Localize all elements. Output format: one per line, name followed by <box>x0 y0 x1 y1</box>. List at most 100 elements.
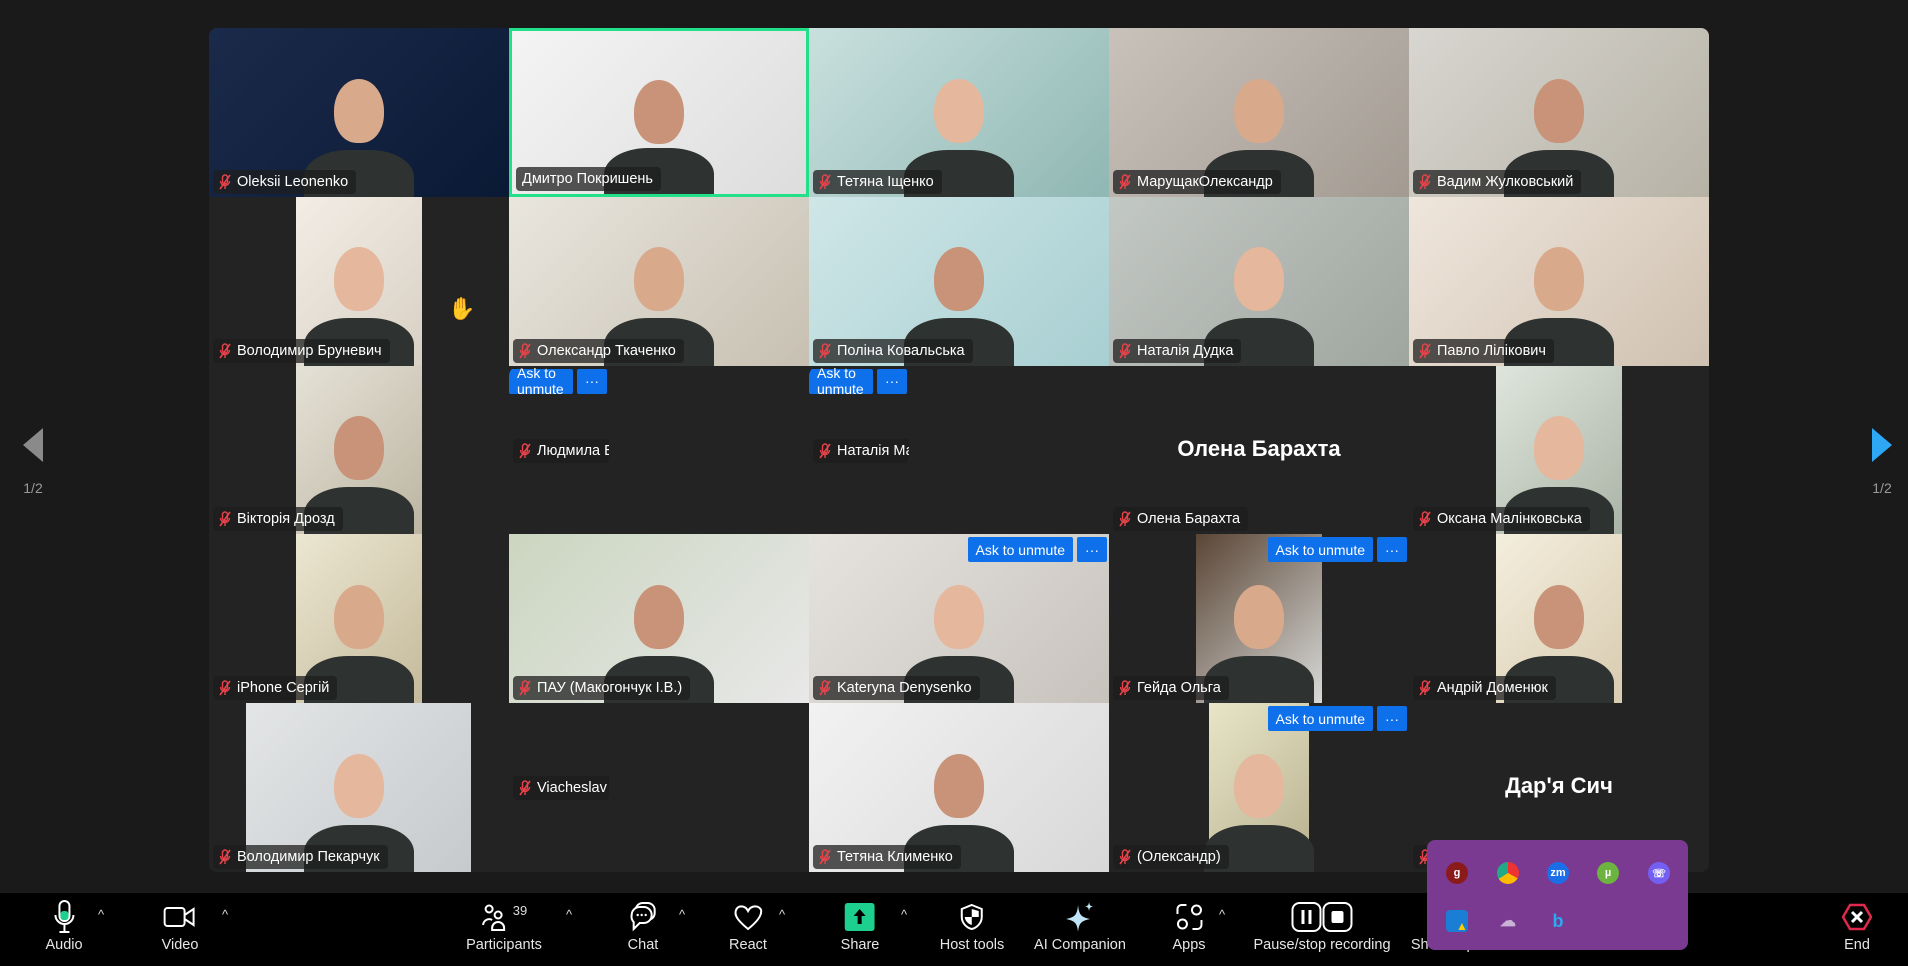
participant-tile[interactable]: МарущакОлександр <box>1109 28 1409 197</box>
participant-tile[interactable]: Ask to unmute ··· Kateryna Denysenko <box>809 534 1109 704</box>
participant-tile[interactable]: Володимир Пекарчук <box>209 703 509 872</box>
host-tools-button[interactable]: Host tools <box>940 893 1004 966</box>
tile-more-options-button[interactable]: ··· <box>577 368 607 394</box>
participant-tile[interactable]: ПАУ (Макогончук І.В.) <box>509 534 809 704</box>
viber-icon[interactable]: ☏ <box>1648 862 1670 884</box>
muted-microphone-icon <box>219 342 231 359</box>
ai-companion-button[interactable]: AI Companion <box>1034 893 1126 966</box>
muted-microphone-icon <box>1119 849 1131 865</box>
participant-name: Оксана Малінковська <box>1437 511 1582 528</box>
participant-name: ПАУ (Макогончук І.В.) <box>537 680 683 697</box>
participants-count: 39 <box>512 902 528 918</box>
utorrent-icon[interactable]: µ <box>1597 862 1619 884</box>
audio-button[interactable]: Audio <box>45 893 83 966</box>
end-x-icon <box>1842 897 1872 937</box>
chevron-left-icon <box>23 428 43 462</box>
ask-to-unmute-button[interactable]: Ask to unmute <box>967 537 1073 563</box>
video-options-caret[interactable]: ^ <box>222 907 228 922</box>
pause-stop-recording-button[interactable]: Pause/stop recording <box>1253 893 1391 966</box>
participant-tile[interactable]: Ask to unmute··· Наталія Марущак <box>809 365 909 466</box>
participant-name-label: Поліна Ковальська <box>813 338 973 363</box>
muted-microphone-icon <box>519 442 531 459</box>
muted-microphone-icon <box>819 680 831 696</box>
participant-tile[interactable]: Олександр Ткаченко <box>509 196 809 366</box>
participant-tile[interactable]: Наталія Дудка <box>1109 196 1409 366</box>
participant-name-label: Андрій Доменюк <box>1413 676 1556 701</box>
end-meeting-button[interactable]: End <box>1842 893 1872 966</box>
defender-warning-icon[interactable]: ▲ <box>1446 910 1468 933</box>
participant-name: Поліна Ковальська <box>837 342 965 359</box>
participants-options-caret[interactable]: ^ <box>566 907 572 922</box>
ask-to-unmute-button[interactable]: Ask to unmute <box>1267 706 1373 732</box>
ask-to-unmute-button[interactable]: Ask to unmute <box>1267 537 1373 563</box>
ask-to-unmute-button[interactable]: Ask to unmute <box>809 366 873 397</box>
bing-icon[interactable]: b <box>1547 910 1569 932</box>
participant-tile[interactable]: Вікторія Дрозд <box>209 365 509 535</box>
participant-tile[interactable]: Олена Барахта Олена Барахта <box>1109 365 1409 535</box>
participant-tile[interactable]: Павло Лілікович <box>1409 196 1709 366</box>
hand-cursor-icon: ✋ <box>448 296 476 321</box>
tile-more-options-button[interactable]: ··· <box>877 368 907 394</box>
apps-button[interactable]: Apps <box>1172 893 1206 966</box>
chat-options-caret[interactable]: ^ <box>679 907 685 922</box>
react-options-caret[interactable]: ^ <box>779 907 785 922</box>
tile-more-options-button[interactable]: ··· <box>1377 537 1407 563</box>
tile-more-options-button[interactable]: ··· <box>1077 537 1107 563</box>
audio-options-caret[interactable]: ^ <box>98 907 104 922</box>
app-g-icon[interactable]: g <box>1446 862 1468 884</box>
muted-microphone-icon <box>819 442 831 459</box>
video-button[interactable]: Video <box>162 893 198 966</box>
participant-tile[interactable]: Ask to unmute ··· (Олександр) <box>1109 703 1409 872</box>
muted-microphone-icon <box>1419 342 1431 359</box>
participant-tile[interactable]: Дмитро Покришень <box>509 28 809 197</box>
share-options-caret[interactable]: ^ <box>901 907 907 922</box>
react-button[interactable]: React <box>729 893 767 966</box>
participant-tile[interactable]: Вадим Жулковський <box>1409 28 1709 197</box>
participant-name: Вадим Жулковський <box>1437 173 1574 190</box>
participant-name-label: Вадим Жулковський <box>1413 169 1582 194</box>
muted-microphone-icon <box>219 849 231 865</box>
participant-name-label: Вікторія Дрозд <box>213 507 343 532</box>
sparkle-icon <box>1065 897 1095 937</box>
participant-tile[interactable]: Ask to unmute··· Людмила Бартєнєва <box>509 365 609 466</box>
chat-button[interactable]: Chat <box>627 893 659 966</box>
participant-name-label: Оксана Малінковська <box>1413 507 1590 532</box>
zoom-icon[interactable]: zm <box>1547 862 1569 884</box>
participant-display-name: Дар'я Сич <box>1505 773 1613 799</box>
audio-label: Audio <box>45 937 83 953</box>
chat-label: Chat <box>627 937 659 953</box>
next-page-button[interactable]: 1/2 <box>1862 428 1902 496</box>
previous-page-button[interactable]: 1/2 <box>13 428 53 496</box>
chrome-canary-icon[interactable] <box>1497 862 1519 884</box>
participant-tile[interactable]: Оксана Малінковська <box>1409 365 1709 535</box>
participant-tile[interactable]: Володимир Бруневич <box>209 196 509 366</box>
ask-to-unmute-button[interactable]: Ask to unmute <box>509 366 573 397</box>
ai-companion-label: AI Companion <box>1034 937 1126 953</box>
participant-name: Дмитро Покришень <box>522 170 653 187</box>
share-button[interactable]: Share <box>841 893 879 966</box>
muted-microphone-icon <box>519 780 531 796</box>
participant-name: Володимир Бруневич <box>237 342 382 359</box>
zoom-icon-text: zm <box>1550 867 1566 879</box>
participant-tile[interactable]: iPhone Сергій <box>209 534 509 704</box>
participant-name: Людмила Бартєнєва <box>537 442 609 459</box>
participant-display-name: Олена Барахта <box>1177 435 1341 461</box>
participant-name-label: Гейда Ольга <box>1113 676 1229 701</box>
participant-tile[interactable]: Oleksii Leonenko <box>209 28 509 197</box>
participants-button[interactable]: 39 Participants <box>466 893 542 966</box>
tile-more-options-button[interactable]: ··· <box>1377 706 1407 732</box>
participant-tile[interactable]: Viacheslav Nesterenko <box>509 703 609 804</box>
participant-tile[interactable]: Тетяна Клименко <box>809 703 1109 872</box>
participant-name: Андрій Доменюк <box>1437 680 1548 697</box>
participant-tile[interactable]: Поліна Ковальська <box>809 196 1109 366</box>
apps-options-caret[interactable]: ^ <box>1219 907 1225 922</box>
participant-name-label: Тетяна Іщенко <box>813 169 942 194</box>
participant-tile[interactable]: Андрій Доменюк <box>1409 534 1709 704</box>
recording-label: Pause/stop recording <box>1253 937 1391 953</box>
participant-tile[interactable]: Тетяна Іщенко <box>809 28 1109 197</box>
participant-name: iPhone Сергій <box>237 680 330 697</box>
muted-microphone-icon <box>819 342 831 359</box>
muted-microphone-icon <box>819 849 831 865</box>
onedrive-off-icon[interactable]: ☁ <box>1497 910 1519 932</box>
participant-tile[interactable]: Ask to unmute ··· Гейда Ольга <box>1109 534 1409 704</box>
